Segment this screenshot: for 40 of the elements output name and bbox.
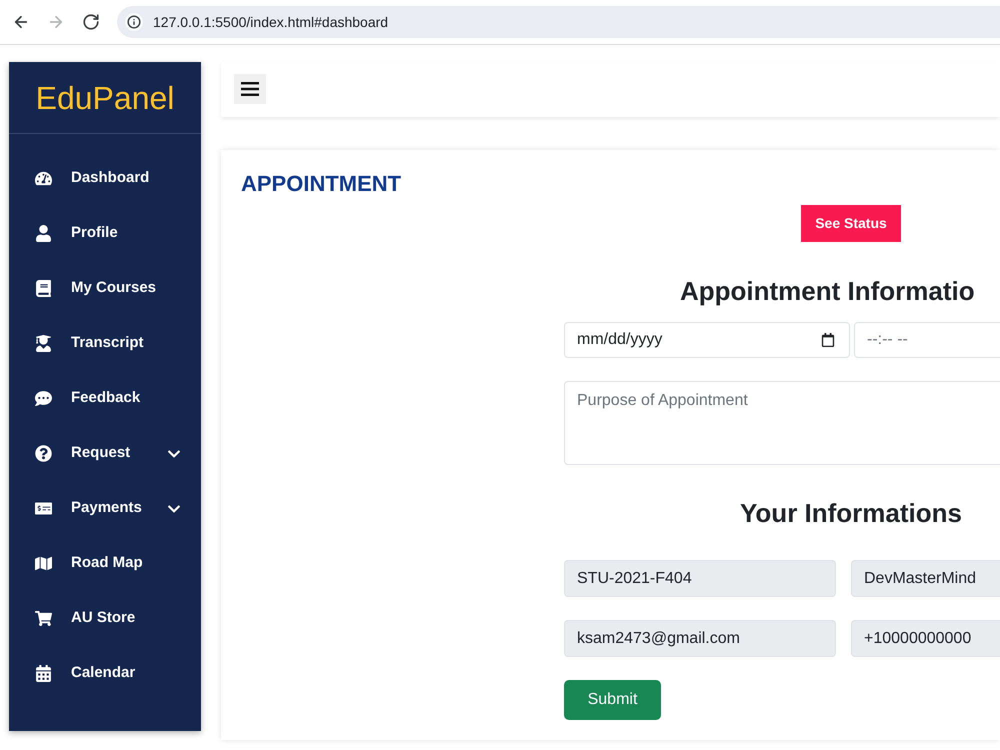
page-title: APPOINTMENT <box>241 170 402 198</box>
phone-field[interactable]: +10000000000 <box>851 620 1000 657</box>
question-icon <box>34 445 52 462</box>
forward-arrow-icon <box>47 13 65 31</box>
time-field[interactable]: --:-- -- <box>854 322 1000 358</box>
email-field[interactable]: ksam2473@gmail.com <box>564 620 836 657</box>
sidebar-item[interactable]: Road Map <box>9 536 201 591</box>
submit-button[interactable]: Submit <box>564 680 661 720</box>
section-heading: Your Informations <box>740 497 962 530</box>
logo-text: EduPanel <box>36 78 174 118</box>
map-icon <box>34 555 52 572</box>
sidebar-item[interactable]: Dashboard <box>9 151 201 206</box>
sidebar-item[interactable]: Profile <box>9 206 201 261</box>
sidebar-item[interactable]: My Courses <box>9 261 201 316</box>
chat-bubble-icon <box>34 390 52 407</box>
address-bar[interactable]: 127.0.0.1:5500/index.html#dashboard <box>117 6 1000 38</box>
cart-icon <box>34 610 52 627</box>
sidebar-item[interactable]: Request <box>9 426 201 481</box>
menu-button[interactable] <box>234 74 266 104</box>
sidebar-item[interactable]: Transcript <box>9 316 201 371</box>
purpose-field[interactable]: Purpose of Appointment <box>564 381 1000 465</box>
info-icon[interactable] <box>125 13 143 31</box>
book-icon <box>34 280 52 297</box>
reload-icon <box>82 13 100 31</box>
username-field[interactable]: DevMasterMind <box>851 560 1000 597</box>
gauge-icon <box>34 170 52 187</box>
section-heading: Appointment Informatio <box>680 275 975 308</box>
graduate-icon <box>34 335 52 352</box>
sidebar-item[interactable]: Feedback <box>9 371 201 426</box>
user-icon <box>34 225 52 242</box>
sidebar-item[interactable]: Payments <box>9 481 201 536</box>
sidebar-item[interactable]: Calendar <box>9 646 201 701</box>
calendar-icon[interactable] <box>821 333 835 347</box>
sidebar-item[interactable]: AU Store <box>9 591 201 646</box>
menu-icon <box>241 82 259 96</box>
money-check-icon <box>34 500 52 517</box>
see-status-button[interactable]: See Status <box>801 205 901 242</box>
calendar-icon <box>34 665 52 682</box>
date-field[interactable]: mm/dd/yyyy <box>564 322 850 358</box>
student-id-field[interactable]: STU-2021-F404 <box>564 560 836 597</box>
